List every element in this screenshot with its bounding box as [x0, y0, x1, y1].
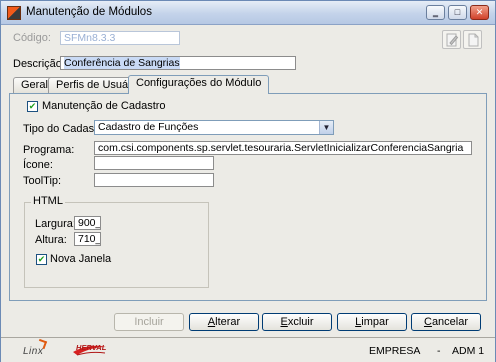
codigo-label: Código: — [13, 32, 51, 44]
edit-doc-icon-button[interactable] — [442, 30, 461, 49]
altura-label: Altura: — [35, 234, 67, 246]
descricao-label: Descrição: — [13, 58, 65, 70]
config-panel: ✔ Manutenção de Cadastro Tipo do Cadastr… — [9, 93, 487, 301]
tooltip-label: ToolTip: — [23, 175, 62, 187]
icone-field[interactable] — [94, 156, 214, 170]
excluir-button[interactable]: Excluir — [262, 313, 332, 331]
status-user: ADM 1 — [452, 345, 485, 357]
chevron-down-icon[interactable]: ▼ — [319, 121, 333, 134]
tipo-cadastro-select[interactable]: Cadastro de Funções ▼ — [94, 120, 334, 135]
title-bar: Manutenção de Módulos ‗ □ ✕ — [1, 1, 495, 25]
tab-configuracoes-modulo[interactable]: Configurações do Módulo — [128, 75, 270, 94]
new-doc-icon-button[interactable] — [463, 30, 482, 49]
edit-doc-icon — [446, 33, 459, 47]
largura-field[interactable]: 900__ — [74, 216, 101, 230]
html-group-title: HTML — [31, 195, 65, 207]
status-empresa: EMPRESA — [369, 345, 421, 357]
nova-janela-checkbox[interactable]: ✔ — [36, 254, 47, 265]
tipo-cadastro-value: Cadastro de Funções — [98, 121, 199, 133]
close-button[interactable]: ✕ — [470, 5, 489, 20]
tooltip-field[interactable] — [94, 173, 214, 187]
incluir-button[interactable]: Incluir — [114, 313, 184, 331]
nova-janela-label: Nova Janela — [50, 253, 112, 265]
html-group: HTML Largura: 900__ Altura: 710__ ✔ Nova… — [24, 195, 209, 288]
maximize-button[interactable]: □ — [448, 5, 467, 20]
icone-label: Ícone: — [23, 159, 53, 171]
status-bar: Linx HERVAL EMPRESA - ADM 1 — [1, 337, 495, 362]
altura-field[interactable]: 710__ — [74, 232, 101, 246]
cancelar-mnemonic: C — [423, 316, 432, 328]
module-maintenance-window: Manutenção de Módulos ‗ □ ✕ Código: SFMn… — [0, 0, 496, 362]
alterar-label: lterar — [215, 316, 241, 328]
excluir-label: xcluir — [287, 316, 314, 328]
manutencao-label: Manutenção de Cadastro — [42, 100, 166, 112]
descricao-field[interactable]: Conferência de Sangrias — [60, 56, 296, 70]
manutencao-checkbox[interactable]: ✔ — [27, 101, 38, 112]
new-doc-icon — [468, 33, 479, 47]
alterar-button[interactable]: Alterar — [189, 313, 259, 331]
descricao-value: Conferência de Sangrias — [64, 57, 180, 69]
status-separator: - — [437, 345, 441, 357]
programa-field[interactable]: com.csi.components.sp.servlet.tesouraria… — [94, 141, 472, 155]
cancelar-button[interactable]: Cancelar — [411, 313, 481, 331]
cancelar-label: ancelar — [431, 316, 469, 328]
app-icon — [7, 6, 21, 20]
limpar-button[interactable]: Limpar — [337, 313, 407, 331]
codigo-field[interactable]: SFMn8.3.3 — [60, 31, 180, 45]
excluir-mnemonic: E — [280, 316, 288, 328]
window-title: Manutenção de Módulos — [26, 6, 152, 18]
programa-label: Programa: — [23, 144, 75, 156]
minimize-button[interactable]: ‗ — [426, 5, 445, 20]
largura-label: Largura: — [35, 218, 76, 230]
herval-logo-text: HERVAL — [76, 343, 107, 352]
herval-logo: HERVAL — [71, 341, 109, 359]
limpar-label: impar — [361, 316, 389, 328]
